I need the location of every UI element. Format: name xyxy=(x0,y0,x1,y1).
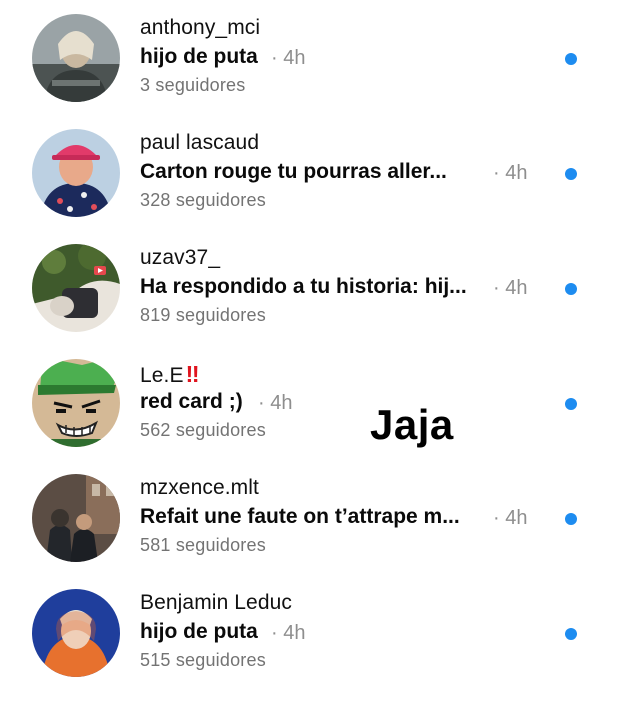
avatar[interactable] xyxy=(32,14,120,102)
avatar-image xyxy=(32,474,120,562)
follower-count: 3 seguidores xyxy=(140,75,246,95)
conversation-row-uzav37[interactable]: uzav37_ Ha respondido a tu historia: hij… xyxy=(0,244,623,356)
username: anthony_mci xyxy=(140,16,261,39)
avatar-image xyxy=(32,129,120,217)
double-exclamation-icon: ‼ xyxy=(185,361,200,387)
avatar[interactable] xyxy=(32,359,120,447)
unread-dot-icon xyxy=(565,53,577,65)
username: Le.E‼ xyxy=(140,361,200,388)
avatar[interactable] xyxy=(32,129,120,217)
follower-count: 562 seguidores xyxy=(140,420,266,440)
message-preview: Carton rouge tu pourras aller... xyxy=(140,160,447,183)
conversation-row-mzxence-mlt[interactable]: mzxence.mlt Refait une faute on t’attrap… xyxy=(0,474,623,586)
message-time: · 4h xyxy=(271,47,306,69)
message-preview: hijo de puta xyxy=(140,620,258,643)
avatar-image xyxy=(32,244,120,332)
unread-dot-icon xyxy=(565,513,577,525)
username: mzxence.mlt xyxy=(140,476,259,499)
username: uzav37_ xyxy=(140,246,221,269)
conversation-row-paul-lascaud[interactable]: paul lascaud Carton rouge tu pourras all… xyxy=(0,129,623,241)
unread-dot-icon xyxy=(565,628,577,640)
unread-dot-icon xyxy=(565,283,577,295)
message-preview: Ha respondido a tu historia: hij... xyxy=(140,275,467,298)
avatar[interactable] xyxy=(32,589,120,677)
avatar-image xyxy=(32,359,120,447)
follower-count: 515 seguidores xyxy=(140,650,266,670)
conversation-row-le-e[interactable]: Le.E‼ red card ;) · 4h 562 seguidores xyxy=(0,359,623,471)
follower-count: 581 seguidores xyxy=(140,535,266,555)
conversation-row-benjamin-leduc[interactable]: Benjamin Leduc hijo de puta · 4h 515 seg… xyxy=(0,589,623,701)
unread-dot-icon xyxy=(565,168,577,180)
username: paul lascaud xyxy=(140,131,260,154)
message-preview: Refait une faute on t’attrape m... xyxy=(140,505,460,528)
username: Benjamin Leduc xyxy=(140,591,292,614)
message-time: · 4h xyxy=(271,622,306,644)
message-time: · 4h xyxy=(493,277,528,299)
avatar[interactable] xyxy=(32,474,120,562)
username-text: Le.E xyxy=(140,364,184,387)
follower-count: 819 seguidores xyxy=(140,305,266,325)
unread-dot-icon xyxy=(565,398,577,410)
avatar[interactable] xyxy=(32,244,120,332)
overlay-caption: Jaja xyxy=(370,401,454,448)
message-preview: red card ;) xyxy=(140,390,243,413)
message-time: · 4h xyxy=(493,507,528,529)
avatar-image xyxy=(32,589,120,677)
conversation-row-anthony-mci[interactable]: anthony_mci hijo de puta · 4h 3 seguidor… xyxy=(0,14,623,126)
avatar-image xyxy=(32,14,120,102)
message-preview: hijo de puta xyxy=(140,45,258,68)
follower-count: 328 seguidores xyxy=(140,190,266,210)
message-time: · 4h xyxy=(493,162,528,184)
message-time: · 4h xyxy=(258,392,293,414)
